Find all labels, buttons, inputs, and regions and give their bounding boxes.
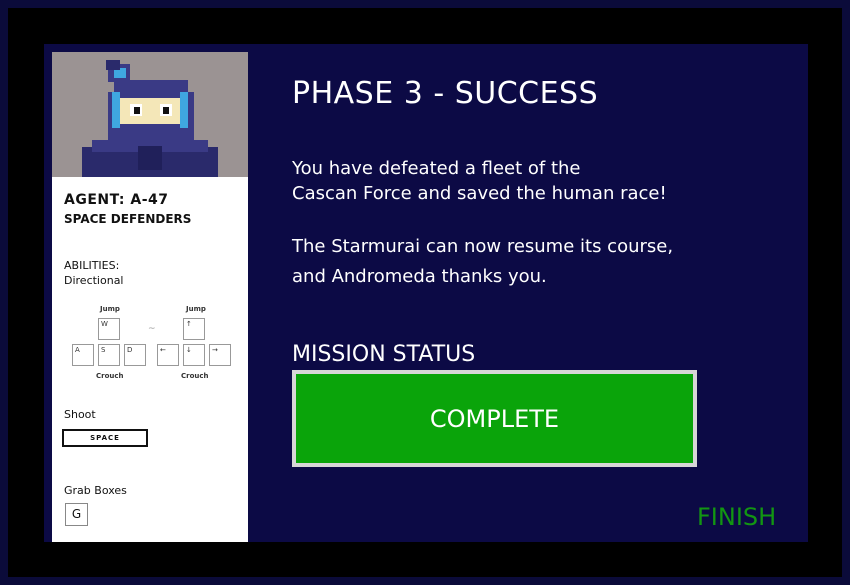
ninja-avatar-icon — [52, 52, 248, 177]
space-key: SPACE — [62, 429, 148, 447]
agent-sidebar: AGENT: A-47 SPACE DEFENDERS ABILITIES: D… — [52, 52, 248, 542]
key-left-arrow: ← — [157, 344, 179, 366]
mission-status-value: COMPLETE — [296, 374, 693, 463]
wasd-jump-label: Jump — [100, 305, 120, 313]
mission-status-label: MISSION STATUS — [292, 342, 476, 367]
grab-boxes-title: Grab Boxes — [64, 484, 127, 497]
victory-message-line-1: You have defeated a fleet of the — [292, 158, 581, 179]
agent-team: SPACE DEFENDERS — [64, 212, 192, 226]
shoot-title: Shoot — [64, 408, 96, 421]
key-a: A — [72, 344, 94, 366]
wasd-crouch-label: Crouch — [96, 372, 124, 380]
course-message: The Starmurai can now resume its course,… — [292, 232, 712, 292]
mission-status-box: COMPLETE — [292, 370, 697, 467]
or-separator: ~ — [148, 324, 156, 334]
key-d: D — [124, 344, 146, 366]
abilities-title: ABILITIES: — [64, 259, 120, 272]
agent-name: AGENT: A-47 — [64, 192, 169, 208]
key-g: G — [65, 503, 88, 526]
key-down-arrow: ↓ — [183, 344, 205, 366]
key-w: W — [98, 318, 120, 340]
course-message-line-2: and Andromeda thanks you. — [292, 266, 547, 287]
phase-title: PHASE 3 - SUCCESS — [292, 76, 599, 111]
abilities-subtitle: Directional — [64, 274, 124, 287]
victory-message: You have defeated a fleet of the Cascan … — [292, 156, 712, 206]
key-s: S — [98, 344, 120, 366]
key-up-arrow: ↑ — [183, 318, 205, 340]
arrows-crouch-label: Crouch — [181, 372, 209, 380]
victory-message-line-2: Cascan Force and saved the human race! — [292, 183, 667, 204]
arrows-jump-label: Jump — [186, 305, 206, 313]
agent-portrait — [52, 52, 248, 177]
finish-button[interactable]: FINISH — [697, 503, 776, 531]
course-message-line-1: The Starmurai can now resume its course, — [292, 236, 674, 257]
key-right-arrow: → — [209, 344, 231, 366]
